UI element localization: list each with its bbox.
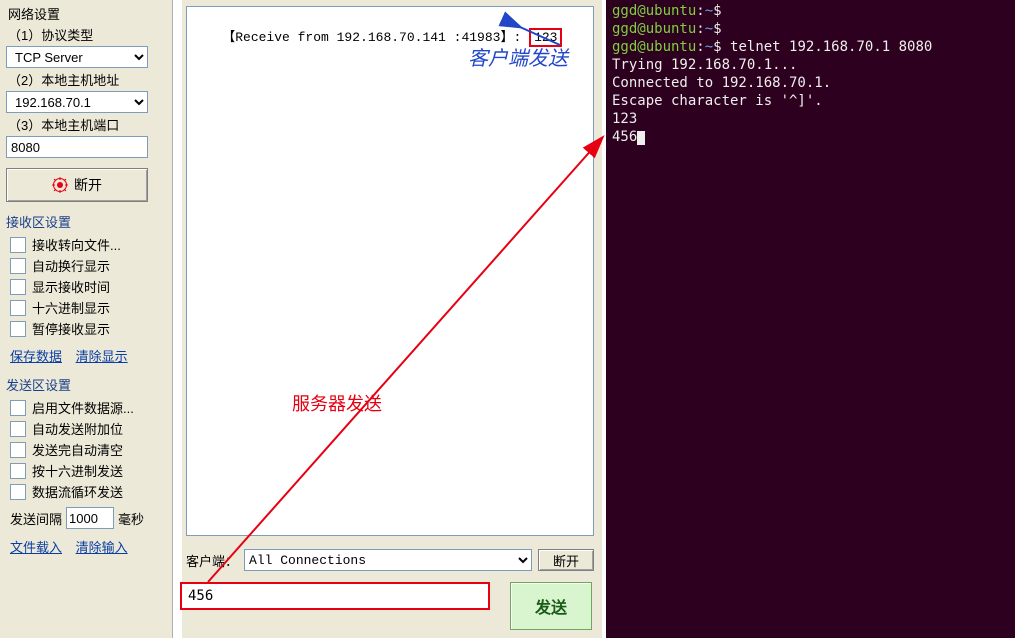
- interval-label: 发送间隔: [10, 509, 62, 528]
- recv-option-label: 暂停接收显示: [32, 319, 110, 338]
- recv-option-3[interactable]: 十六进制显示: [10, 298, 172, 317]
- recv-settings-title: 接收区设置: [6, 212, 172, 231]
- send-button[interactable]: 发送: [510, 582, 592, 630]
- interval-input[interactable]: [66, 507, 114, 529]
- checkbox-icon[interactable]: [10, 321, 26, 337]
- send-option-label: 自动发送附加位: [32, 419, 123, 438]
- protocol-label: （1）协议类型: [8, 25, 166, 44]
- send-option-4[interactable]: 数据流循环发送: [10, 482, 172, 501]
- clear-input-link[interactable]: 清除输入: [76, 540, 128, 555]
- recv-prefix: 【Receive from 192.168.70.141 :41983】:: [222, 30, 521, 45]
- checkbox-icon[interactable]: [10, 484, 26, 500]
- recv-option-0[interactable]: 接收转向文件...: [10, 235, 172, 254]
- checkbox-icon[interactable]: [10, 237, 26, 253]
- host-select[interactable]: 192.168.70.1: [6, 91, 148, 113]
- checkbox-icon[interactable]: [10, 442, 26, 458]
- send-settings-title: 发送区设置: [6, 375, 172, 394]
- client-select[interactable]: All Connections: [244, 549, 532, 571]
- interval-unit: 毫秒: [118, 509, 144, 528]
- recv-option-label: 自动换行显示: [32, 256, 110, 275]
- settings-panel: 网络设置 （1）协议类型 TCP Server （2）本地主机地址 192.16…: [0, 0, 173, 638]
- send-option-1[interactable]: 自动发送附加位: [10, 419, 172, 438]
- middle-panel: 【Receive from 192.168.70.141 :41983】: 12…: [182, 0, 602, 638]
- checkbox-icon[interactable]: [10, 258, 26, 274]
- client-disconnect-button[interactable]: 断开: [538, 549, 594, 571]
- port-input[interactable]: [6, 136, 148, 158]
- status-icon: [52, 177, 68, 193]
- checkbox-icon[interactable]: [10, 279, 26, 295]
- protocol-select[interactable]: TCP Server: [6, 46, 148, 68]
- recv-option-label: 十六进制显示: [32, 298, 110, 317]
- file-load-link[interactable]: 文件载入: [10, 540, 62, 555]
- send-option-0[interactable]: 启用文件数据源...: [10, 398, 172, 417]
- checkbox-icon[interactable]: [10, 421, 26, 437]
- client-label: 客户端：: [186, 551, 238, 570]
- network-settings-title: 网络设置: [8, 4, 166, 23]
- send-option-3[interactable]: 按十六进制发送: [10, 461, 172, 480]
- checkbox-icon[interactable]: [10, 300, 26, 316]
- terminal-cursor: [637, 131, 645, 145]
- recv-option-2[interactable]: 显示接收时间: [10, 277, 172, 296]
- disconnect-label: 断开: [74, 175, 102, 195]
- recv-option-4[interactable]: 暂停接收显示: [10, 319, 172, 338]
- checkbox-icon[interactable]: [10, 400, 26, 416]
- send-option-label: 数据流循环发送: [32, 482, 123, 501]
- send-option-2[interactable]: 发送完自动清空: [10, 440, 172, 459]
- send-input[interactable]: [180, 582, 490, 610]
- disconnect-button[interactable]: 断开: [6, 168, 148, 202]
- port-label: （3）本地主机端口: [8, 115, 166, 134]
- recv-option-1[interactable]: 自动换行显示: [10, 256, 172, 275]
- clear-display-link[interactable]: 清除显示: [76, 349, 128, 364]
- receive-textarea[interactable]: 【Receive from 192.168.70.141 :41983】: 12…: [186, 6, 594, 536]
- send-option-label: 启用文件数据源...: [32, 398, 134, 417]
- checkbox-icon[interactable]: [10, 463, 26, 479]
- save-data-link[interactable]: 保存数据: [10, 349, 62, 364]
- terminal[interactable]: ggd@ubuntu:~$ ggd@ubuntu:~$ ggd@ubuntu:~…: [606, 0, 1015, 638]
- recv-option-label: 接收转向文件...: [32, 235, 121, 254]
- send-option-label: 按十六进制发送: [32, 461, 123, 480]
- recv-option-label: 显示接收时间: [32, 277, 110, 296]
- host-label: （2）本地主机地址: [8, 70, 166, 89]
- send-option-label: 发送完自动清空: [32, 440, 123, 459]
- recv-data-highlight: 123: [529, 28, 562, 47]
